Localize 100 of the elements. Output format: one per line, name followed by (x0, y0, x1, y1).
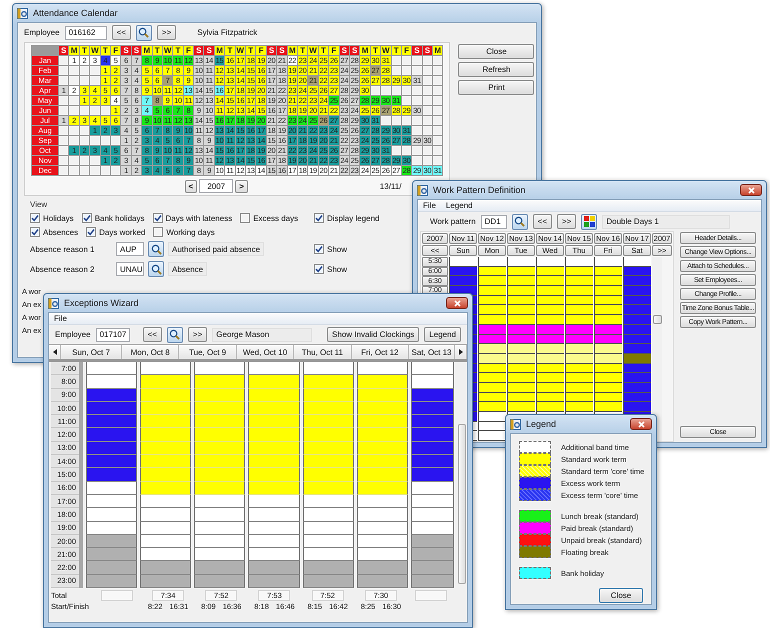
time-slot[interactable] (140, 375, 192, 389)
time-slot[interactable] (565, 373, 593, 383)
time-slot[interactable] (594, 373, 622, 383)
time-slot[interactable] (194, 375, 246, 389)
time-slot[interactable] (194, 548, 246, 562)
time-slot[interactable] (302, 455, 354, 468)
time-slot[interactable] (86, 362, 137, 376)
action-button[interactable]: Refresh (458, 62, 534, 77)
time-slot[interactable] (411, 508, 454, 522)
close-button[interactable] (446, 297, 468, 309)
search-button[interactable] (148, 241, 164, 257)
time-slot[interactable] (194, 574, 246, 588)
time-slot[interactable] (248, 455, 300, 468)
time-slot[interactable] (478, 276, 506, 286)
employee-id-field[interactable]: 017107 (96, 328, 130, 342)
time-slot[interactable] (302, 375, 354, 389)
checkbox[interactable] (314, 244, 324, 254)
time-slot[interactable] (140, 468, 192, 482)
time-slot[interactable] (356, 574, 408, 588)
time-slot[interactable] (478, 266, 506, 276)
time-slot[interactable] (594, 364, 622, 374)
menu-item[interactable]: File (423, 201, 436, 210)
checkbox[interactable] (314, 213, 324, 223)
next-year-button[interactable]: > (235, 180, 248, 192)
time-slot[interactable] (86, 508, 137, 522)
time-slot[interactable] (565, 305, 593, 316)
time-slot[interactable] (248, 362, 300, 376)
time-slot[interactable] (507, 257, 535, 267)
time-slot[interactable] (248, 468, 300, 482)
day-header[interactable]: Wed, Oct 10 (236, 345, 294, 359)
time-slot[interactable] (140, 428, 192, 442)
time-slot[interactable] (507, 296, 535, 306)
close-button[interactable] (740, 184, 762, 196)
time-slot[interactable] (302, 508, 354, 522)
time-slot[interactable] (140, 482, 192, 495)
time-slot[interactable] (536, 344, 564, 354)
time-slot[interactable] (478, 431, 506, 442)
close-button[interactable]: Close (599, 588, 643, 603)
time-slot[interactable] (356, 375, 408, 389)
time-slot[interactable] (536, 402, 564, 412)
previous-button[interactable]: << (112, 25, 131, 40)
time-slot[interactable] (194, 522, 246, 535)
time-slot[interactable] (248, 534, 300, 548)
time-slot[interactable] (194, 402, 246, 416)
time-slot[interactable] (594, 402, 622, 412)
time-slot[interactable] (478, 412, 506, 422)
time-slot[interactable] (140, 455, 192, 468)
time-slot[interactable] (565, 382, 593, 393)
search-button[interactable] (148, 261, 164, 277)
time-slot[interactable] (478, 286, 506, 296)
time-slot[interactable] (594, 354, 622, 364)
time-slot[interactable] (507, 402, 535, 412)
action-button[interactable]: Close (458, 44, 534, 59)
time-slot[interactable] (356, 402, 408, 416)
time-slot[interactable] (536, 382, 564, 393)
time-slot[interactable] (536, 305, 564, 316)
time-slot[interactable] (302, 468, 354, 482)
checkbox[interactable] (82, 213, 92, 223)
action-button[interactable]: Print (458, 80, 534, 95)
time-slot[interactable] (411, 494, 454, 508)
time-slot[interactable] (248, 574, 300, 588)
time-slot[interactable] (356, 468, 408, 482)
previous-button[interactable]: << (142, 327, 162, 342)
time-slot[interactable] (623, 257, 651, 267)
time-slot[interactable] (302, 442, 354, 456)
search-button[interactable] (512, 214, 528, 230)
toolbar-button[interactable]: Legend (424, 327, 461, 342)
time-slot[interactable] (594, 305, 622, 316)
time-slot[interactable] (356, 494, 408, 508)
time-slot[interactable] (248, 548, 300, 562)
time-slot[interactable] (594, 266, 622, 276)
time-slot[interactable] (356, 522, 408, 535)
time-slot[interactable] (594, 296, 622, 306)
time-slot[interactable] (248, 494, 300, 508)
time-slot[interactable] (356, 428, 408, 442)
time-slot[interactable] (302, 534, 354, 548)
time-slot[interactable] (86, 375, 137, 389)
time-slot[interactable] (565, 286, 593, 296)
time-slot[interactable] (194, 428, 246, 442)
time-slot[interactable] (478, 305, 506, 316)
time-slot[interactable] (565, 266, 593, 276)
time-slot[interactable] (86, 574, 137, 588)
time-slot[interactable] (507, 286, 535, 296)
time-slot[interactable] (140, 415, 192, 428)
time-slot[interactable] (449, 257, 477, 267)
time-slot[interactable] (536, 315, 564, 325)
time-slot[interactable] (478, 296, 506, 306)
toolbar-button[interactable]: Show Invalid Clockings (327, 327, 420, 342)
time-slot[interactable] (194, 508, 246, 522)
time-slot[interactable] (248, 402, 300, 416)
time-slot[interactable] (248, 482, 300, 495)
next-button[interactable]: >> (557, 214, 576, 229)
day-header[interactable]: Sat, Oct 13 (409, 345, 455, 359)
time-slot[interactable] (356, 534, 408, 548)
day-header[interactable]: Tue, Oct 9 (179, 345, 237, 359)
time-slot[interactable] (536, 364, 564, 374)
day-header[interactable]: Thu, Oct 11 (294, 345, 352, 359)
time-slot[interactable] (86, 494, 137, 508)
checkbox[interactable] (30, 227, 40, 237)
time-slot[interactable] (507, 392, 535, 402)
